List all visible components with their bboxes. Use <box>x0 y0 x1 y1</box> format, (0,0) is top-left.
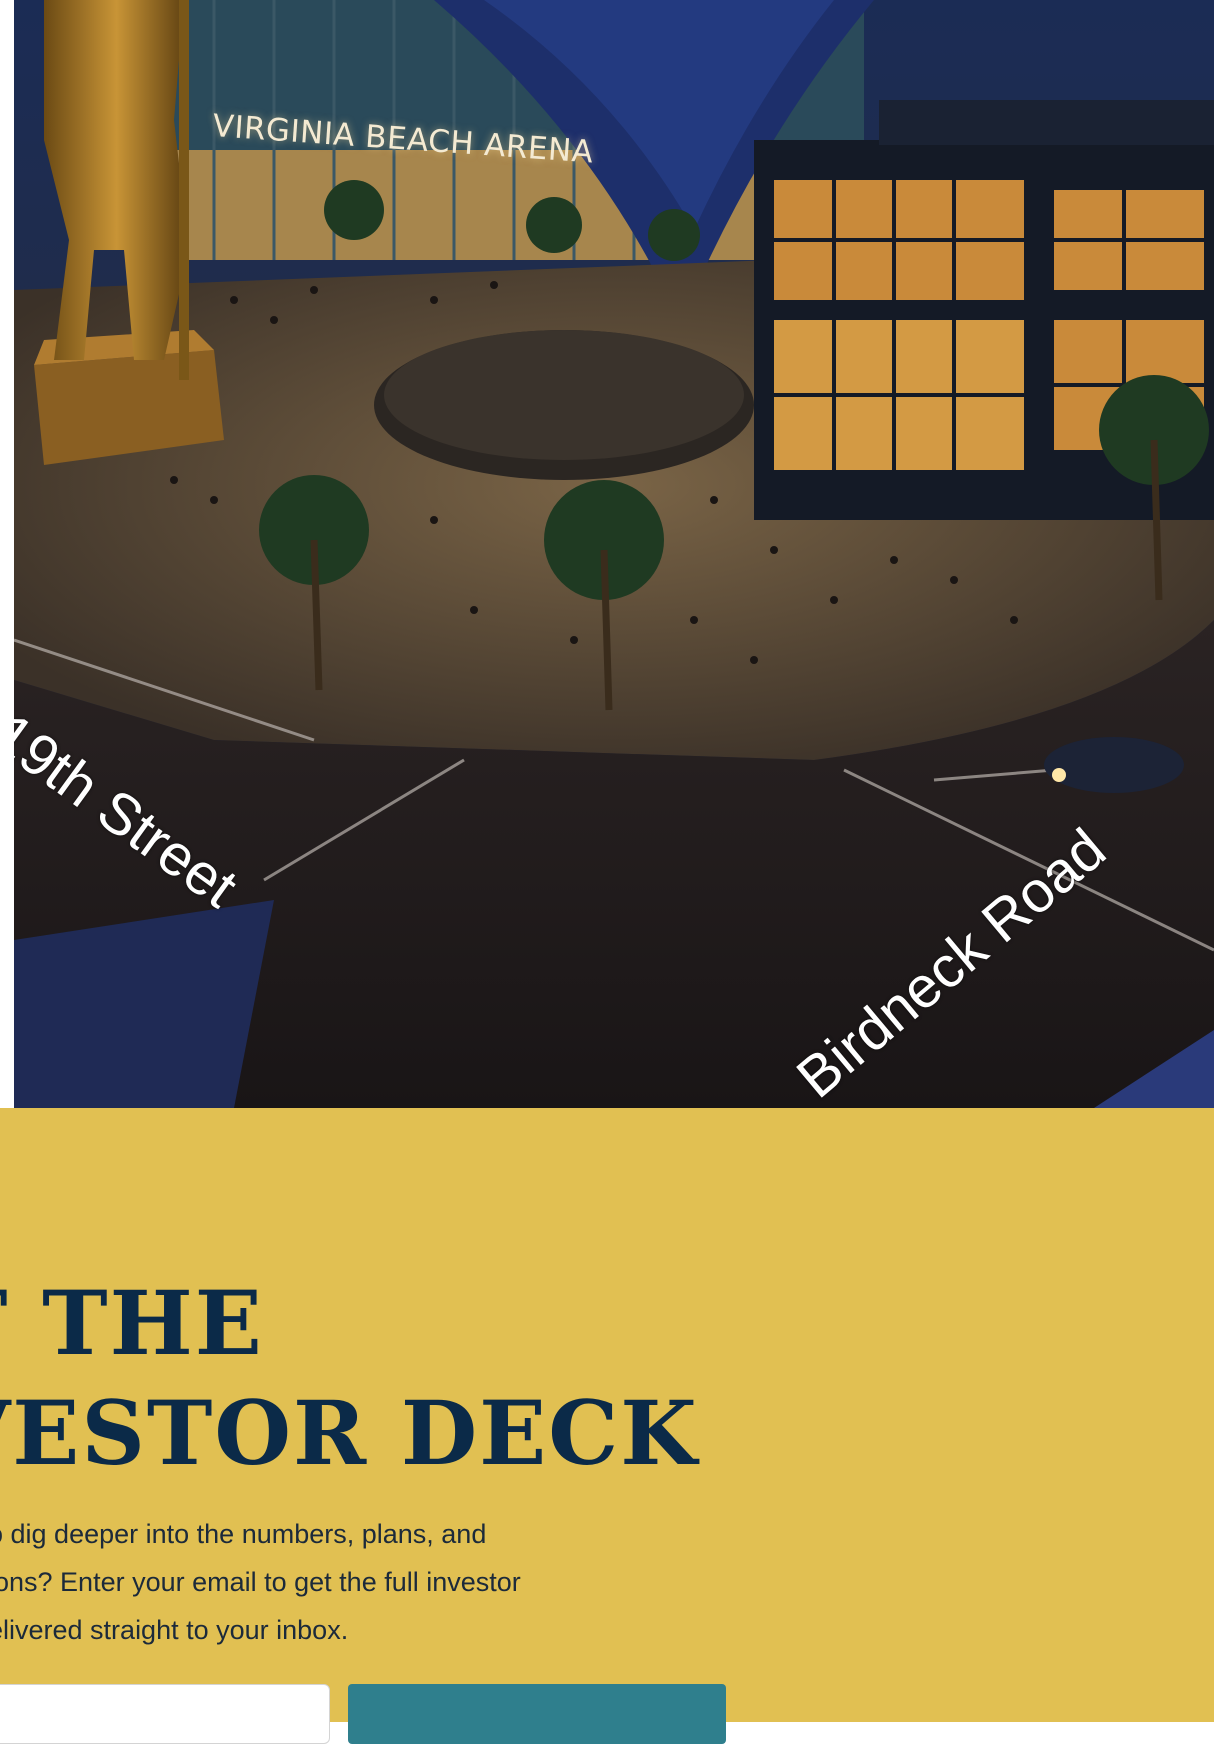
heading-line-2: VESTOR DECK <box>0 1381 699 1485</box>
get-deck-button[interactable] <box>348 1684 726 1744</box>
investor-deck-heading: T THE VESTOR DECK <box>0 1268 699 1488</box>
description-line: elivered straight to your inbox. <box>0 1615 349 1645</box>
heading-line-1: T THE <box>0 1271 264 1375</box>
email-field[interactable] <box>0 1684 330 1744</box>
description-line: ions? Enter your email to get the full i… <box>0 1567 521 1597</box>
investor-deck-description: o dig deeper into the numbers, plans, an… <box>0 1510 658 1654</box>
description-line: o dig deeper into the numbers, plans, an… <box>0 1519 487 1549</box>
arena-rendering-image: VIRGINIA BEACH ARENA 19th Street Birdnec… <box>14 0 1214 1108</box>
